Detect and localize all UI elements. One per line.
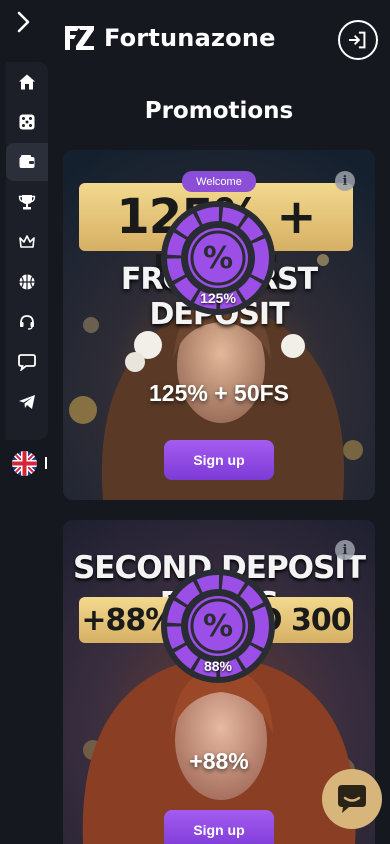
bonus-wheel: % 125% <box>160 200 276 316</box>
sidebar-item-support[interactable] <box>6 303 48 341</box>
chevron-right-icon <box>17 11 30 33</box>
brand-name: Fortunazone <box>104 24 276 52</box>
bonus-wheel: % 88% <box>160 568 276 684</box>
crown-icon <box>19 235 35 248</box>
home-icon <box>19 74 35 90</box>
chat-bubble-icon <box>338 785 366 813</box>
sidebar-expand-button[interactable] <box>14 10 34 34</box>
telegram-icon <box>19 395 35 409</box>
dice-icon <box>19 114 35 130</box>
sidebar-item-promotions[interactable] <box>6 143 48 181</box>
sidebar-item-chat[interactable] <box>6 343 48 381</box>
fortunazone-logo-icon <box>65 26 94 50</box>
sidebar-item-casino[interactable] <box>6 103 48 141</box>
welcome-badge: Welcome <box>182 171 256 192</box>
message-icon <box>18 354 36 371</box>
wheel-percent: 88% <box>203 658 233 674</box>
language-dropdown-caret[interactable] <box>45 457 47 469</box>
promo-card-welcome[interactable]: 125% + 50FS FROM FIRST DEPOSIT Welcome i… <box>63 150 375 500</box>
svg-text:%: % <box>203 241 233 276</box>
brand-logo[interactable]: Fortunazone <box>62 22 276 54</box>
sidebar-item-sports[interactable] <box>6 263 48 301</box>
signup-button[interactable]: Sign up <box>164 810 274 844</box>
info-icon[interactable]: i <box>335 171 355 191</box>
wallet-icon <box>19 155 35 168</box>
sidebar-item-tournaments[interactable] <box>6 183 48 221</box>
wheel-percent: 125% <box>200 290 236 306</box>
trophy-icon <box>18 195 36 210</box>
promo-amount: +88% <box>189 748 249 774</box>
sidebar-item-telegram[interactable] <box>6 383 48 421</box>
sidebar-item-vip[interactable] <box>6 223 48 261</box>
signup-button[interactable]: Sign up <box>164 440 274 480</box>
headset-icon <box>20 315 34 330</box>
page-title: Promotions <box>144 98 294 124</box>
sidebar-nav <box>6 62 48 440</box>
language-selector[interactable] <box>12 451 37 476</box>
info-icon[interactable]: i <box>335 540 355 560</box>
svg-text:%: % <box>203 609 233 644</box>
promo-amount: 125% + 50FS <box>148 380 289 406</box>
uk-flag-icon <box>12 451 37 476</box>
chat-widget-button[interactable] <box>322 769 382 829</box>
login-button[interactable] <box>338 20 378 60</box>
sidebar-item-home[interactable] <box>6 63 48 101</box>
basketball-icon <box>19 274 35 290</box>
login-icon <box>348 31 366 49</box>
